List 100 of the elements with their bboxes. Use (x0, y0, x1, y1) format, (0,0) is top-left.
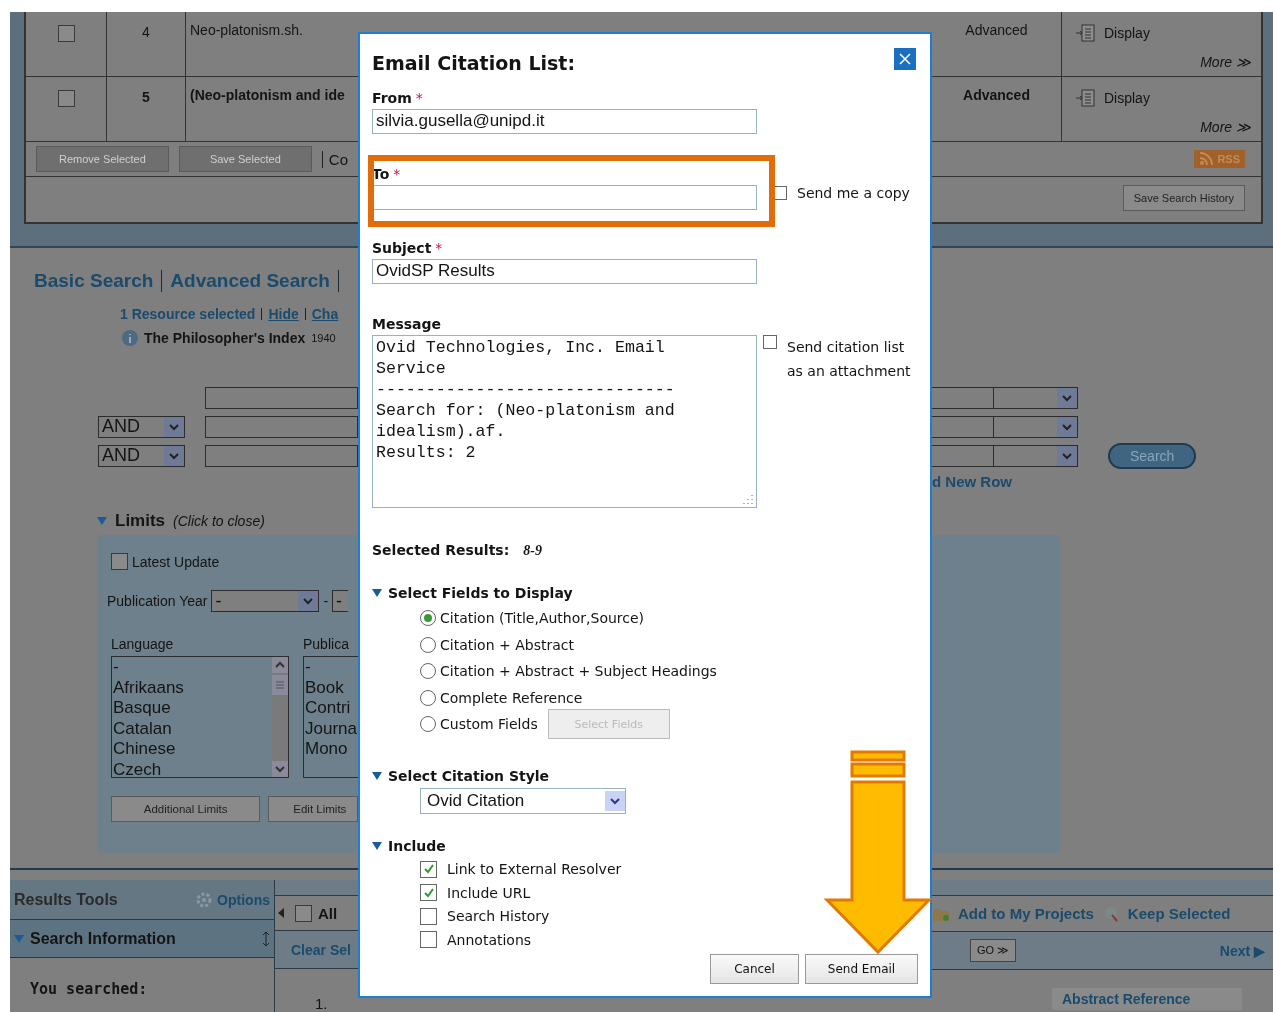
more-link[interactable]: More ≫ (1200, 119, 1251, 135)
list-option[interactable]: Mono (305, 739, 357, 760)
checkbox-label: Send citation list as an attachment (787, 338, 912, 381)
checkbox[interactable] (57, 90, 75, 107)
sidebar-title: Results Tools (14, 890, 118, 909)
list-option[interactable]: Basque (113, 698, 272, 719)
change-link[interactable]: Cha (311, 306, 339, 322)
limits-hint: (Click to close) (173, 513, 265, 529)
checkbox-label: Search History (447, 908, 550, 925)
field-select[interactable] (994, 444, 1078, 467)
display-link[interactable]: Display (1104, 25, 1150, 41)
range-dash: - (323, 593, 329, 609)
list-option[interactable]: Catalan (113, 718, 272, 739)
add-row-link[interactable]: d New Row (932, 470, 1273, 490)
input-field[interactable] (372, 185, 757, 210)
checkbox[interactable] (763, 335, 777, 349)
search-type: Advanced (932, 12, 1062, 76)
scroll-thumb-icon[interactable] (272, 675, 288, 695)
search-button[interactable]: Search (1108, 442, 1197, 469)
list-option[interactable]: - (305, 657, 357, 678)
input-field[interactable]: OvidSP Results (372, 259, 757, 284)
go-button[interactable]: GO ≫ (970, 939, 1017, 962)
search-field[interactable] (205, 415, 358, 438)
resize-icon[interactable] (262, 930, 270, 947)
field-label: Subject (372, 240, 432, 256)
search-tab[interactable]: Basic Search (34, 270, 154, 292)
you-searched-label: You searched: (29, 979, 149, 998)
resize-grip-icon[interactable] (743, 494, 753, 504)
scroll-up-icon[interactable] (272, 657, 288, 673)
collapse-left-icon[interactable] (277, 908, 285, 919)
list-option[interactable]: Afrikaans (113, 677, 272, 698)
close-button[interactable] (894, 48, 916, 70)
keep-selected-link[interactable]: Keep Selected (1127, 905, 1231, 922)
checkbox[interactable] (295, 904, 312, 922)
collapse-triangle-icon[interactable] (372, 840, 382, 851)
hide-link[interactable]: Hide (268, 306, 299, 322)
chevron-icon (164, 416, 184, 437)
chevron-icon (1057, 445, 1077, 466)
add-to-projects-link[interactable]: Add to My Projects (958, 905, 1094, 922)
search-tab[interactable]: Advanced Search (170, 270, 330, 292)
more-link[interactable]: More ≫ (1200, 54, 1251, 70)
checkbox-label: Latest Update (132, 553, 220, 570)
citation-style-select[interactable]: Ovid Citation (420, 787, 626, 814)
display-link[interactable]: Display (1104, 90, 1150, 106)
list-option[interactable]: Contri (305, 698, 357, 719)
resource-count-link[interactable]: 1 Resource selected (120, 306, 256, 322)
checkbox[interactable] (57, 25, 75, 42)
field-label: Publica (303, 636, 350, 652)
scroll-down-icon[interactable] (272, 761, 288, 777)
list-option[interactable]: Czech (113, 759, 272, 777)
operator-select[interactable]: AND (98, 444, 185, 467)
collapse-triangle-icon[interactable] (372, 588, 382, 598)
operator-select[interactable]: AND (98, 415, 185, 438)
limits-button[interactable]: Edit Limits (268, 796, 358, 822)
send-email-button[interactable]: Send Email (805, 954, 918, 984)
limits-button[interactable]: Additional Limits (111, 796, 261, 822)
required-mark: * (415, 90, 423, 106)
database-name: The Philosopher's Index (144, 330, 306, 346)
abstract-reference-link[interactable]: Abstract Reference (1052, 988, 1242, 1010)
info-icon[interactable] (122, 330, 138, 346)
selected-range: 8-9 (523, 543, 542, 559)
option-label: Complete Reference (440, 689, 583, 706)
checkbox-label: All (318, 904, 338, 922)
field-select[interactable] (994, 415, 1078, 438)
year-select[interactable]: - (332, 590, 349, 612)
checkbox[interactable] (420, 860, 437, 878)
checkbox[interactable] (420, 907, 437, 925)
save-history-button[interactable]: Save Search History (1122, 185, 1245, 211)
year-select[interactable]: - (211, 590, 320, 612)
section-title[interactable]: Select Citation Style (388, 767, 550, 784)
checkmark-icon (422, 886, 435, 899)
query-text: Neo-platonism.sh. (189, 21, 304, 40)
collapse-triangle-icon[interactable] (372, 770, 382, 781)
option-label: Citation (Title,Author,Source) (440, 610, 645, 627)
chevron-icon (1057, 416, 1077, 437)
list-option[interactable]: Journa (305, 718, 357, 739)
checkbox[interactable] (111, 553, 128, 570)
search-field[interactable] (205, 386, 358, 409)
list-option[interactable]: - (113, 657, 272, 678)
checkbox-label: Include URL (447, 884, 531, 901)
input-field[interactable]: silvia.gusella@unipd.it (372, 109, 757, 134)
option-label: Citation + Abstract (440, 636, 574, 653)
checkbox[interactable] (420, 884, 437, 902)
search-field[interactable] (205, 444, 358, 467)
limits-toggle[interactable]: Limits (115, 511, 166, 531)
combine-link[interactable]: Co (321, 150, 348, 168)
list-option[interactable]: Book (305, 677, 357, 698)
checkbox[interactable] (420, 931, 437, 949)
field-select[interactable] (994, 386, 1078, 409)
checkmark-icon (422, 863, 435, 876)
display-icon[interactable] (1076, 24, 1096, 42)
display-icon[interactable] (1076, 89, 1096, 107)
checkbox-label: Send me a copy (797, 185, 910, 201)
list-option[interactable]: Chinese (113, 739, 272, 760)
section-title[interactable]: Select Fields to Display (388, 585, 573, 601)
dialog-title: Email Citation List: (372, 52, 575, 74)
cancel-button[interactable]: Cancel (710, 954, 799, 984)
section-title[interactable]: Include (388, 837, 446, 854)
language-list[interactable]: - Afrikaans Basque Catalan Chinese Czech (111, 656, 289, 778)
message-field[interactable]: Ovid Technologies, Inc. Email Service ------------------------------ Search for: (Neo-platonism and idealism).af. Results: 2 (372, 335, 757, 508)
